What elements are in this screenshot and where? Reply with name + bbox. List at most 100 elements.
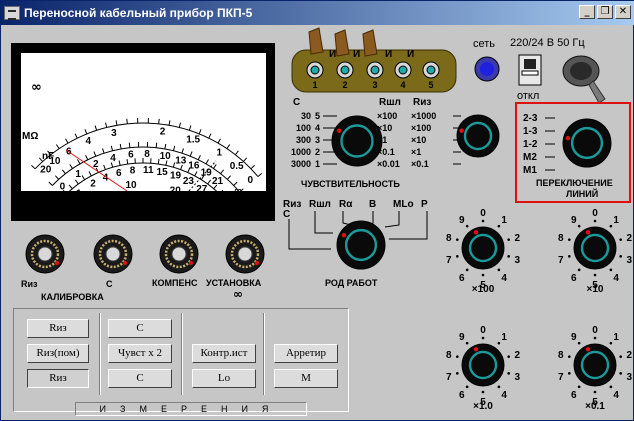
meter-top-label: 1: [216, 148, 222, 159]
line-switch-knob[interactable]: [562, 118, 612, 168]
lo-button[interactable]: Lo: [192, 369, 256, 388]
meter-mid-label: 13: [175, 155, 187, 166]
title-bar: Переносной кабельный прибор ПКП-5 _ ❐ ✕: [1, 1, 634, 25]
power-switch-base: [521, 70, 539, 76]
minimize-button[interactable]: _: [579, 5, 595, 19]
riz-pom-button[interactable]: Rиз(пом): [27, 344, 89, 363]
decade-dot: [507, 238, 510, 241]
decade-digit: 4: [613, 390, 619, 401]
mode-leader: [389, 211, 428, 240]
meter-low-label: 8: [130, 166, 136, 177]
meter-low-label: 15: [157, 167, 169, 178]
decade-dot: [593, 336, 597, 340]
decade-digit: 1: [613, 332, 619, 343]
sens-rshl-value: ×0.01: [377, 159, 400, 169]
compensation-knob-wrap: [159, 234, 199, 274]
sens-rshl-value: ×100: [377, 111, 397, 121]
decade-digit: 7: [446, 372, 452, 383]
arrest-button[interactable]: Арретир: [274, 344, 338, 363]
decade-dot: [456, 255, 459, 258]
compensation-label: КОМПЕНС: [152, 278, 198, 288]
mode-option: Rшл: [309, 199, 331, 210]
plug-1[interactable]: [308, 27, 324, 55]
decade-dot: [497, 268, 501, 272]
decade-dot: [568, 372, 571, 375]
decade-knob[interactable]: [573, 343, 617, 387]
mode-knob[interactable]: [336, 220, 386, 270]
line-switch-svg: 2-3 1-3 1-2 M2 M1: [523, 113, 612, 176]
decade-dot: [593, 219, 597, 223]
decade-knob-pointer: [585, 347, 591, 352]
decade-dot: [609, 268, 613, 272]
connector-label-1: И: [329, 49, 336, 60]
status-bar: ИЗМЕРЕНИЯ: [75, 402, 307, 416]
meter-low-label: 23: [183, 176, 195, 187]
riz-range-knob[interactable]: [456, 114, 500, 158]
decade-multiplier-label: ×1.0: [473, 401, 493, 411]
riz-range-knob-pointer: [459, 128, 464, 133]
decade-digit: 8: [446, 350, 452, 361]
button-separator-2: [181, 313, 183, 395]
riz-measure-button[interactable]: Rиз: [27, 369, 89, 388]
mode-knob-pointer: [341, 232, 347, 238]
meter-mid-label: 16: [188, 161, 200, 172]
decade-knob[interactable]: [461, 343, 505, 387]
meter-low-label: 19: [170, 170, 182, 181]
sensitivity-svg: СRшлRиз305×100×10001004×10×1003003×1×101…: [291, 97, 500, 169]
decade-dot: [507, 355, 510, 358]
sens-c-value: 3000: [291, 159, 311, 169]
decade-multiplier-label: ×0.1: [585, 401, 605, 411]
power-off-label: откл: [517, 90, 540, 102]
decade-dot: [568, 355, 571, 358]
voltage-label: 220/24 В 50 Гц: [510, 37, 585, 49]
decade-digit: 0: [592, 208, 598, 219]
meter-tick: [158, 118, 160, 124]
decade-dot: [481, 219, 485, 223]
sens-x2-button[interactable]: Чувст x 2: [108, 344, 172, 363]
connector-jack-hole: [426, 65, 436, 75]
connector-label-2: И: [353, 49, 360, 60]
decade-switch: 0123456789×0.1: [558, 325, 632, 411]
decade-digit: 2: [514, 350, 520, 361]
decade-knob[interactable]: [573, 226, 617, 270]
plug-2[interactable]: [334, 29, 350, 57]
decade-dot: [507, 255, 510, 258]
sens-c-header: С: [293, 97, 300, 108]
sensitivity-title: ЧУВСТВИТЕЛЬНОСТЬ: [301, 179, 400, 189]
source-check-button[interactable]: Контр.ист: [192, 344, 256, 363]
sens-riz-value: ×0.1: [411, 159, 429, 169]
decade-digit: 1: [501, 215, 507, 226]
sens-riz-value: ×1: [411, 147, 421, 157]
c-button[interactable]: С: [108, 319, 172, 338]
decade-dot: [456, 372, 459, 375]
meter-bottom-label: 10: [125, 180, 137, 191]
mode-c-label: С: [283, 209, 290, 220]
m-button[interactable]: M: [274, 369, 338, 388]
line-switch-option: 2-3: [523, 113, 538, 124]
line-switch-option: 1-2: [523, 139, 538, 150]
riz-button[interactable]: Rиз: [27, 319, 89, 338]
decade-knob[interactable]: [461, 226, 505, 270]
line-switch-option: M1: [523, 165, 537, 176]
meter-face: 201064321.510.500124681013161921∞1246811…: [21, 53, 266, 214]
connector-jack-hole: [370, 65, 380, 75]
c-measure-button[interactable]: С: [108, 369, 172, 388]
meter-top-label: 4: [86, 136, 92, 147]
decade-digit: 3: [514, 255, 520, 266]
decade-dot: [577, 385, 581, 389]
mode-leader: [314, 211, 333, 234]
sens-riz-value: ×1000: [411, 111, 436, 121]
mode-option: Rα: [339, 199, 353, 210]
button-separator-1: [99, 313, 101, 395]
power-switch[interactable]: [517, 53, 543, 87]
sens-c-mark: 3: [315, 135, 320, 145]
decade-digit: 9: [571, 332, 577, 343]
close-button[interactable]: ✕: [615, 5, 631, 19]
decade-dot: [593, 273, 597, 277]
meter-mid-label: 8: [144, 149, 150, 160]
meter-mid-label: 4: [110, 153, 116, 164]
sensitivity-knob[interactable]: [331, 115, 383, 167]
plug-3[interactable]: [362, 29, 378, 57]
maximize-button[interactable]: ❐: [597, 5, 613, 19]
calib-riz-knob-cap: [37, 246, 53, 262]
